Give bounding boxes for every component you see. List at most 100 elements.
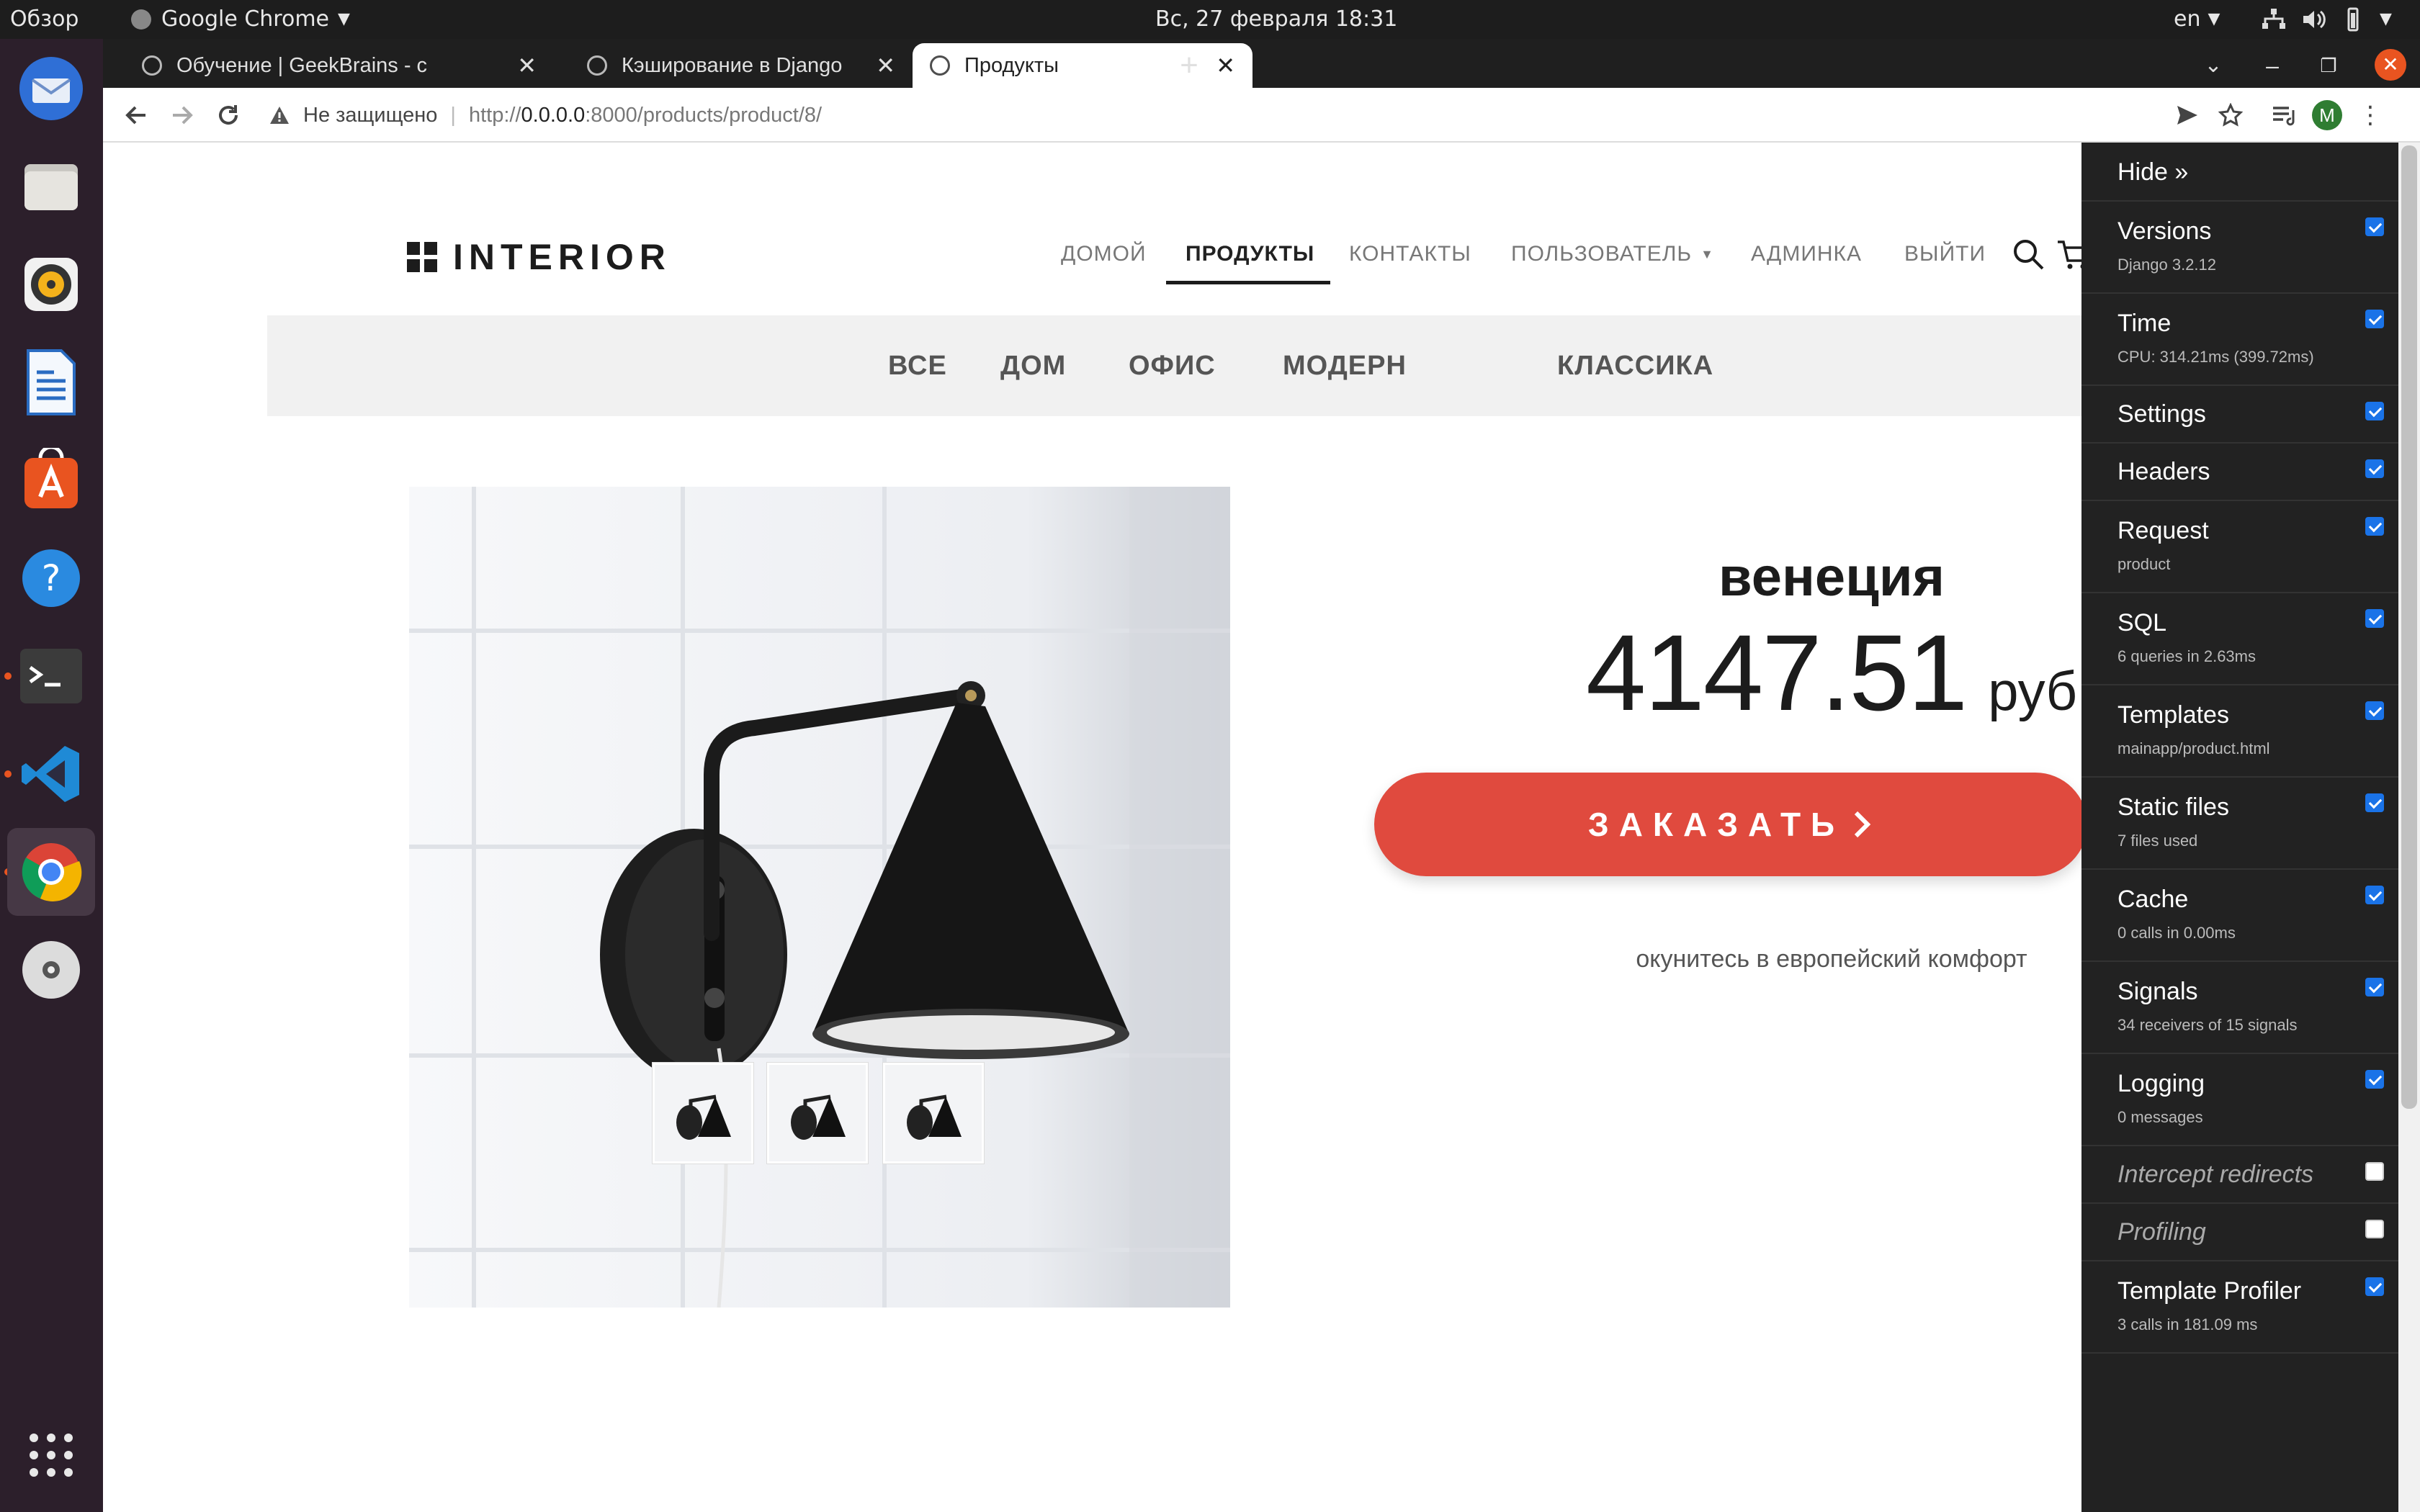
close-window-button[interactable]: ✕ — [2375, 49, 2406, 81]
dock-chrome[interactable] — [7, 828, 95, 916]
price-currency: руб — [1988, 661, 2077, 722]
dock-thunderbird[interactable] — [7, 45, 95, 132]
category-office[interactable]: ОФИС — [1129, 315, 1216, 416]
category-bar: ВСЕ ДОМ ОФИС МОДЕРН КЛАССИКА — [267, 315, 2081, 416]
restore-button[interactable]: ❐ — [2307, 46, 2350, 85]
forward-button[interactable] — [159, 88, 205, 143]
debug-panel-intercept-redirects[interactable]: Intercept redirects — [2081, 1146, 2398, 1204]
order-button[interactable]: ЗАКАЗАТЬ — [1374, 773, 2081, 876]
menu-button[interactable]: ⋮ — [2349, 88, 2392, 143]
debug-panel-toggle-checkbox[interactable] — [2365, 310, 2384, 328]
debug-panel-toggle-checkbox[interactable] — [2365, 1070, 2384, 1089]
dock: ? — [0, 39, 103, 1512]
debug-panel-static-files[interactable]: Static files 7 files used — [2081, 778, 2398, 870]
category-home[interactable]: ДОМ — [1000, 315, 1066, 416]
dock-files[interactable] — [7, 143, 95, 230]
app-menu[interactable]: Google Chrome ▼ — [131, 0, 350, 39]
debug-panel-toggle-checkbox[interactable] — [2365, 1220, 2384, 1238]
new-tab-button[interactable]: + — [1168, 46, 1211, 85]
help-icon: ? — [22, 549, 80, 607]
dock-terminal[interactable] — [7, 632, 95, 720]
minimize-button[interactable]: – — [2251, 46, 2294, 85]
cart-button[interactable] — [2056, 236, 2081, 272]
nav-home[interactable]: ДОМОЙ — [1061, 236, 1147, 272]
debug-panel-toggle-checkbox[interactable] — [2365, 978, 2384, 996]
debug-panel-name: Signals — [2118, 978, 2198, 1005]
send-tab-button[interactable] — [2166, 88, 2209, 143]
category-classic[interactable]: КЛАССИКА — [1557, 315, 1713, 416]
debug-panel-request[interactable]: Request product — [2081, 501, 2398, 593]
activities-button[interactable]: Обзор — [10, 0, 79, 39]
tab-django-cache[interactable]: Кэширование в Django ✕ — [570, 43, 913, 88]
product-thumbnail[interactable] — [767, 1063, 868, 1164]
dock-rhythmbox[interactable] — [7, 240, 95, 328]
debug-panel-toggle-checkbox[interactable] — [2365, 609, 2384, 628]
tab-search-button[interactable]: ⌄ — [2192, 46, 2235, 85]
address-bar[interactable]: Не защищено | http:// 0.0.0.0 :8000/prod… — [269, 95, 2184, 135]
product-thumbnail[interactable] — [883, 1063, 984, 1164]
back-button[interactable] — [113, 88, 159, 143]
nav-admin[interactable]: АДМИНКА — [1751, 236, 1862, 272]
chrome-icon — [22, 843, 82, 901]
nav-logout[interactable]: ВЫЙТИ — [1904, 236, 1986, 272]
product-thumbnail[interactable] — [653, 1063, 753, 1164]
debug-panel-signals[interactable]: Signals 34 receivers of 15 signals — [2081, 962, 2398, 1054]
debug-panel-headers[interactable]: Headers — [2081, 444, 2398, 501]
category-all[interactable]: ВСЕ — [888, 315, 947, 416]
debug-panel-template-profiler[interactable]: Template Profiler 3 calls in 181.09 ms — [2081, 1261, 2398, 1354]
close-icon[interactable]: ✕ — [876, 52, 895, 79]
nav-user-dropdown[interactable]: ПОЛЬЗОВАТЕЛЬ ▼ — [1511, 236, 1714, 272]
debug-panel-toggle-checkbox[interactable] — [2365, 701, 2384, 720]
tab-title: Обучение | GeekBrains - с — [176, 53, 428, 77]
category-modern[interactable]: МОДЕРН — [1283, 315, 1407, 416]
profile-button[interactable]: M — [2305, 88, 2349, 143]
reload-button[interactable] — [205, 88, 251, 143]
scrollbar-thumb[interactable] — [2401, 145, 2417, 1109]
debug-panel-toggle-checkbox[interactable] — [2365, 793, 2384, 812]
site-logo[interactable]: INTERIOR — [407, 236, 671, 278]
debug-panel-toggle-checkbox[interactable] — [2365, 1277, 2384, 1296]
search-button[interactable] — [2012, 236, 2046, 272]
debug-panel-toggle-checkbox[interactable] — [2365, 217, 2384, 236]
debug-panel-versions[interactable]: Versions Django 3.2.12 — [2081, 202, 2398, 294]
dock-disc[interactable] — [7, 926, 95, 1014]
debug-panel-profiling[interactable]: Profiling — [2081, 1204, 2398, 1261]
debug-panel-time[interactable]: Time CPU: 314.21ms (399.72ms) — [2081, 294, 2398, 386]
tab-geekbrains[interactable]: Обучение | GeekBrains - с ✕ — [125, 43, 554, 88]
debug-toolbar-hide[interactable]: Hide » — [2081, 143, 2398, 202]
close-icon[interactable]: ✕ — [1216, 52, 1235, 79]
rhythmbox-icon — [24, 258, 78, 311]
close-icon[interactable]: ✕ — [517, 52, 537, 79]
dock-help[interactable]: ? — [7, 534, 95, 622]
debug-panel-sql[interactable]: SQL 6 queries in 2.63ms — [2081, 593, 2398, 685]
debug-panel-toggle-checkbox[interactable] — [2365, 517, 2384, 536]
system-tray[interactable]: ▼ — [2262, 0, 2392, 39]
nav-products[interactable]: ПРОДУКТЫ — [1186, 236, 1314, 272]
clock[interactable]: Вс, 27 февраля 18:31 — [1155, 0, 1397, 39]
page-scrollbar[interactable] — [2398, 143, 2420, 1512]
dock-software[interactable] — [7, 436, 95, 524]
dock-show-apps[interactable] — [7, 1411, 95, 1499]
debug-panel-toggle-checkbox[interactable] — [2365, 402, 2384, 420]
debug-panel-settings[interactable]: Settings — [2081, 386, 2398, 444]
reading-list-button[interactable] — [2262, 88, 2305, 143]
files-icon — [24, 164, 78, 210]
debug-panel-toggle-checkbox[interactable] — [2365, 1162, 2384, 1181]
language-indicator[interactable]: en ▼ — [2174, 0, 2220, 39]
dock-vscode[interactable] — [7, 730, 95, 818]
debug-panel-name: Profiling — [2118, 1218, 2206, 1246]
security-label: Не защищено — [303, 103, 438, 127]
nav-contacts[interactable]: КОНТАКТЫ — [1349, 236, 1471, 272]
debug-panel-cache[interactable]: Cache 0 calls in 0.00ms — [2081, 870, 2398, 962]
debug-panel-templates[interactable]: Templates mainapp/product.html — [2081, 685, 2398, 778]
volume-icon — [2303, 10, 2326, 29]
dock-writer[interactable] — [7, 338, 95, 426]
debug-panel-toggle-checkbox[interactable] — [2365, 459, 2384, 478]
bookmark-button[interactable] — [2209, 88, 2252, 143]
url-host: 0.0.0.0 — [521, 103, 586, 127]
debug-panel-toggle-checkbox[interactable] — [2365, 886, 2384, 904]
chrome-small-icon — [131, 9, 151, 30]
vscode-icon — [22, 746, 79, 802]
tab-favicon-icon — [142, 55, 162, 76]
debug-panel-logging[interactable]: Logging 0 messages — [2081, 1054, 2398, 1146]
